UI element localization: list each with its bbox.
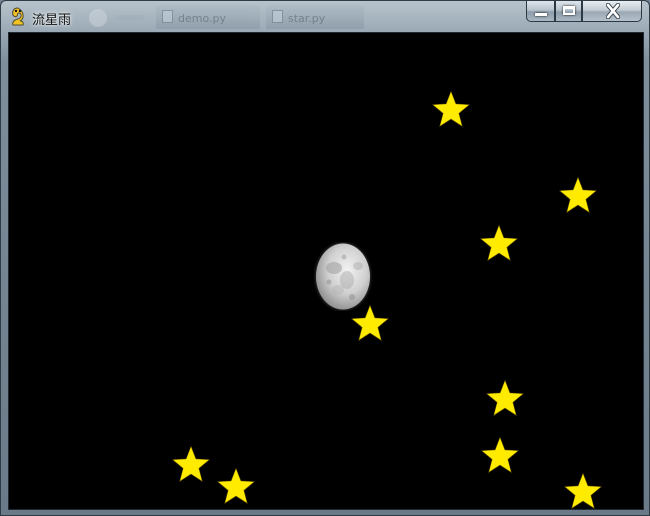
background-app-icon [89,9,107,27]
background-tab-label: demo.py [178,12,226,25]
window-title: 流星雨 [32,13,72,28]
maximize-icon [563,6,575,15]
moon [315,242,371,311]
star [480,436,520,474]
star [216,467,256,505]
python-file-icon [162,10,173,23]
star [171,445,211,483]
minimize-icon [535,13,547,16]
pygame-snake-icon [12,7,24,26]
close-button[interactable] [582,1,642,22]
star [558,176,598,214]
close-icon [606,3,620,19]
maximize-button[interactable] [555,1,582,22]
background-tab-demo: demo.py [156,5,260,29]
game-canvas[interactable] [9,33,643,509]
python-file-icon [272,10,283,23]
caption-buttons [526,1,643,23]
background-tab-label: star.py [288,12,326,25]
star [479,224,519,262]
background-tab-star: star.py [266,5,364,29]
game-window: 流星雨 demo.py star.py [0,0,650,516]
background-bar [116,15,144,20]
title-bar[interactable]: 流星雨 demo.py star.py [1,1,650,33]
star [563,472,603,509]
minimize-button[interactable] [526,1,555,22]
star [431,90,471,128]
star [350,304,390,342]
star [485,379,525,417]
